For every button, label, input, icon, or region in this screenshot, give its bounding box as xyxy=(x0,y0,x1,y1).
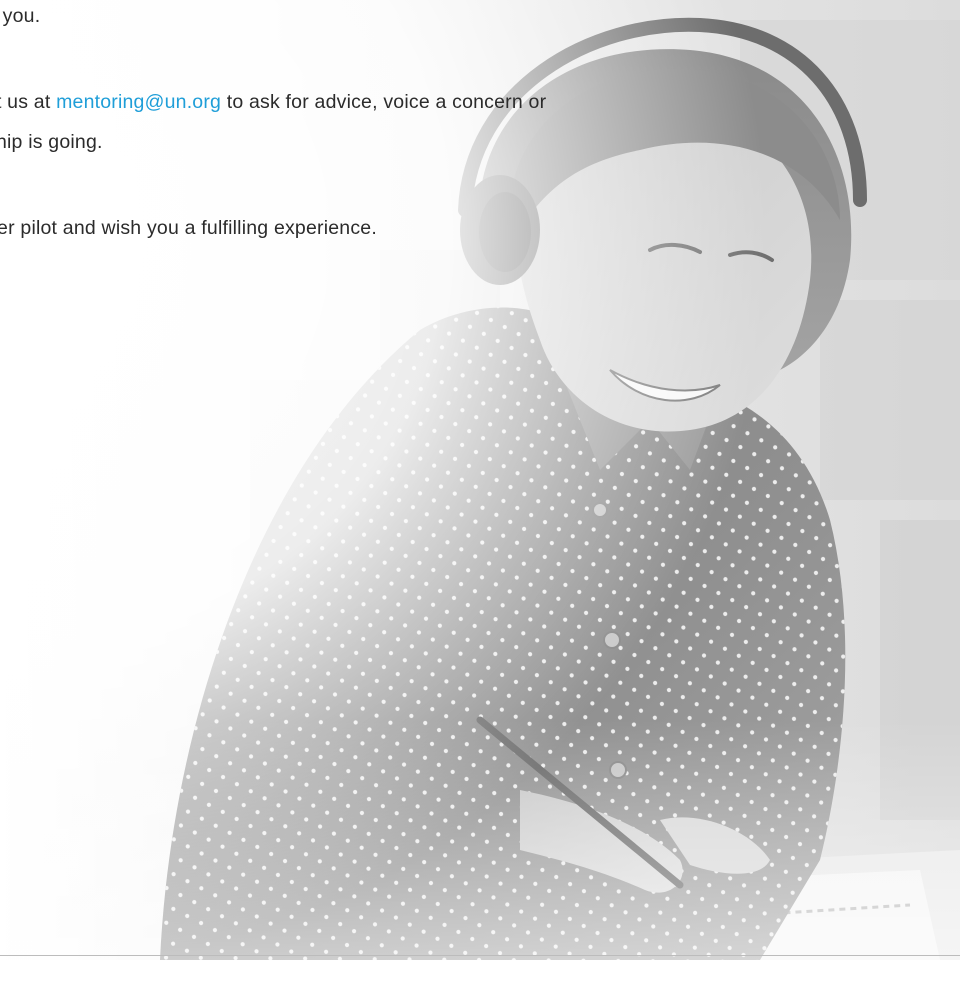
message-line-1-text: e you. xyxy=(0,5,41,27)
message-line-3-text: ship is going. xyxy=(0,131,103,153)
message-line-2-suffix: to ask for advice, voice a concern or xyxy=(226,91,547,113)
footer-divider xyxy=(0,955,960,956)
woman-with-headphones-writing-photo xyxy=(0,0,960,960)
message-line-4-text: her pilot and wish you a fulfilling expe… xyxy=(0,217,377,239)
message-line-1: e you. xyxy=(0,4,40,28)
message-line-4: her pilot and wish you a fulfilling expe… xyxy=(0,216,377,240)
message-line-2: ct us at mentoring@un.org to ask for adv… xyxy=(0,90,546,114)
page: e you. ct us at mentoring@un.org to ask … xyxy=(0,0,960,990)
message-line-2-prefix: ct us at xyxy=(0,91,51,113)
email-link[interactable]: mentoring@un.org xyxy=(56,91,221,113)
message-line-3: ship is going. xyxy=(0,130,103,154)
